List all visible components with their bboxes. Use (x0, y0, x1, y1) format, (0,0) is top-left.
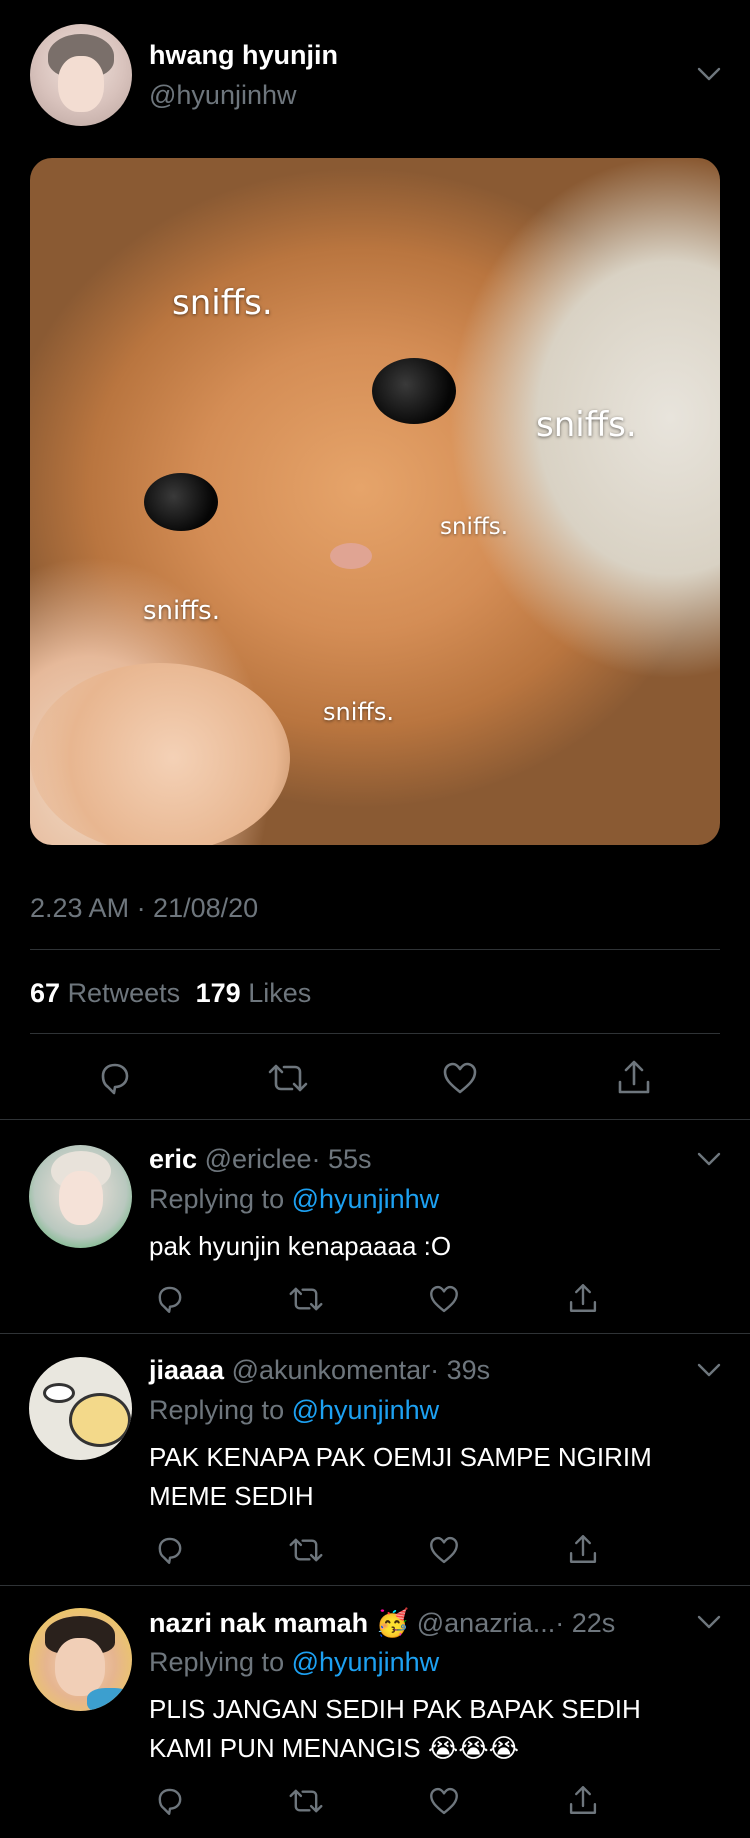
author-display-name[interactable]: hwang hyunjin (149, 40, 338, 71)
retweet-icon[interactable] (287, 1282, 325, 1316)
reply-avatar[interactable] (29, 1608, 132, 1711)
divider (30, 1033, 720, 1034)
tweet-timestamp: 2.23 AM · 21/08/20 (30, 893, 259, 923)
reply-icon[interactable] (95, 1058, 135, 1098)
heart-icon[interactable] (427, 1282, 461, 1316)
avatar-cartoon-eye (43, 1383, 75, 1403)
reply-text: MEME SEDIH (149, 1481, 314, 1511)
cat-paw (30, 663, 290, 845)
retweet-icon[interactable] (287, 1784, 325, 1818)
reply-header: eric @ericlee· 55s (149, 1144, 372, 1175)
reply-time: · 55s (311, 1144, 372, 1174)
image-caption: sniffs. (440, 514, 509, 540)
likes-label[interactable]: Likes (248, 978, 311, 1008)
share-icon[interactable] (614, 1056, 654, 1098)
divider (0, 1119, 750, 1120)
chevron-down-icon[interactable] (695, 1360, 723, 1380)
cat-left-eye (144, 473, 218, 531)
reply-avatar[interactable] (29, 1145, 132, 1248)
replying-to-label: Replying to (149, 1395, 285, 1425)
likes-count[interactable]: 179 (196, 978, 241, 1008)
avatar-face (58, 56, 104, 112)
divider (0, 1333, 750, 1334)
replying-to-label: Replying to (149, 1647, 285, 1677)
reply-text: PLIS JANGAN SEDIH PAK BAPAK SEDIH (149, 1694, 641, 1724)
cat-nose (330, 543, 372, 569)
reply-display-name[interactable]: jiaaaa (149, 1355, 224, 1385)
reply-display-name[interactable]: nazri nak mamah (149, 1608, 368, 1638)
image-caption: sniffs. (536, 405, 637, 445)
author-handle[interactable]: @hyunjinhw (149, 80, 297, 111)
share-icon[interactable] (566, 1531, 600, 1567)
share-icon[interactable] (566, 1782, 600, 1818)
image-caption: sniffs. (143, 596, 220, 626)
reply-header: nazri nak mamah 🥳 @anazria...· 22s (149, 1607, 615, 1639)
divider (0, 1585, 750, 1586)
reply-handle[interactable]: @anazria... (417, 1608, 555, 1638)
reply-time: · 22s (555, 1608, 616, 1638)
chevron-down-icon[interactable] (695, 64, 723, 84)
replying-to-handle[interactable]: @hyunjinhw (292, 1184, 440, 1214)
reply-avatar[interactable] (29, 1357, 132, 1460)
reply-icon[interactable] (153, 1533, 187, 1567)
avatar-shirt (87, 1688, 132, 1711)
chevron-down-icon[interactable] (695, 1612, 723, 1632)
tweet-stats: 67 Retweets 179 Likes (30, 978, 311, 1009)
heart-icon[interactable] (440, 1058, 480, 1098)
cat-right-eye (372, 358, 456, 424)
avatar-cartoon-face (69, 1393, 131, 1447)
reply-time: · 39s (430, 1355, 491, 1385)
tweet-image[interactable]: sniffs. sniffs. sniffs. sniffs. sniffs. (30, 158, 720, 845)
reply-text: pak hyunjin kenapaaaa :O (149, 1231, 452, 1261)
replying-to-handle[interactable]: @hyunjinhw (292, 1395, 440, 1425)
author-avatar[interactable] (30, 24, 132, 126)
retweet-icon[interactable] (266, 1058, 310, 1098)
retweets-label[interactable]: Retweets (68, 978, 181, 1008)
divider (30, 949, 720, 950)
replying-to: Replying to @hyunjinhw (149, 1647, 439, 1678)
replying-to: Replying to @hyunjinhw (149, 1184, 439, 1215)
retweets-count[interactable]: 67 (30, 978, 60, 1008)
reply-handle[interactable]: @akunkomentar (232, 1355, 431, 1385)
avatar-face (59, 1171, 103, 1225)
reply-text: PAK KENAPA PAK OEMJI SAMPE NGIRIM (149, 1442, 652, 1472)
party-emoji: 🥳 (375, 1608, 410, 1639)
reply-text: KAMI PUN MENANGIS 😭😭😭 (149, 1733, 519, 1763)
image-caption: sniffs. (172, 283, 273, 323)
reply-header: jiaaaa @akunkomentar· 39s (149, 1355, 490, 1386)
replying-to-label: Replying to (149, 1184, 285, 1214)
replying-to-handle[interactable]: @hyunjinhw (292, 1647, 440, 1677)
chevron-down-icon[interactable] (695, 1149, 723, 1169)
share-icon[interactable] (566, 1280, 600, 1316)
heart-icon[interactable] (427, 1533, 461, 1567)
reply-icon[interactable] (153, 1784, 187, 1818)
retweet-icon[interactable] (287, 1533, 325, 1567)
avatar-face (55, 1638, 105, 1696)
image-caption: sniffs. (323, 698, 395, 726)
reply-display-name[interactable]: eric (149, 1144, 197, 1174)
replying-to: Replying to @hyunjinhw (149, 1395, 439, 1426)
reply-handle[interactable]: @ericlee (205, 1144, 312, 1174)
reply-icon[interactable] (153, 1282, 187, 1316)
heart-icon[interactable] (427, 1784, 461, 1818)
